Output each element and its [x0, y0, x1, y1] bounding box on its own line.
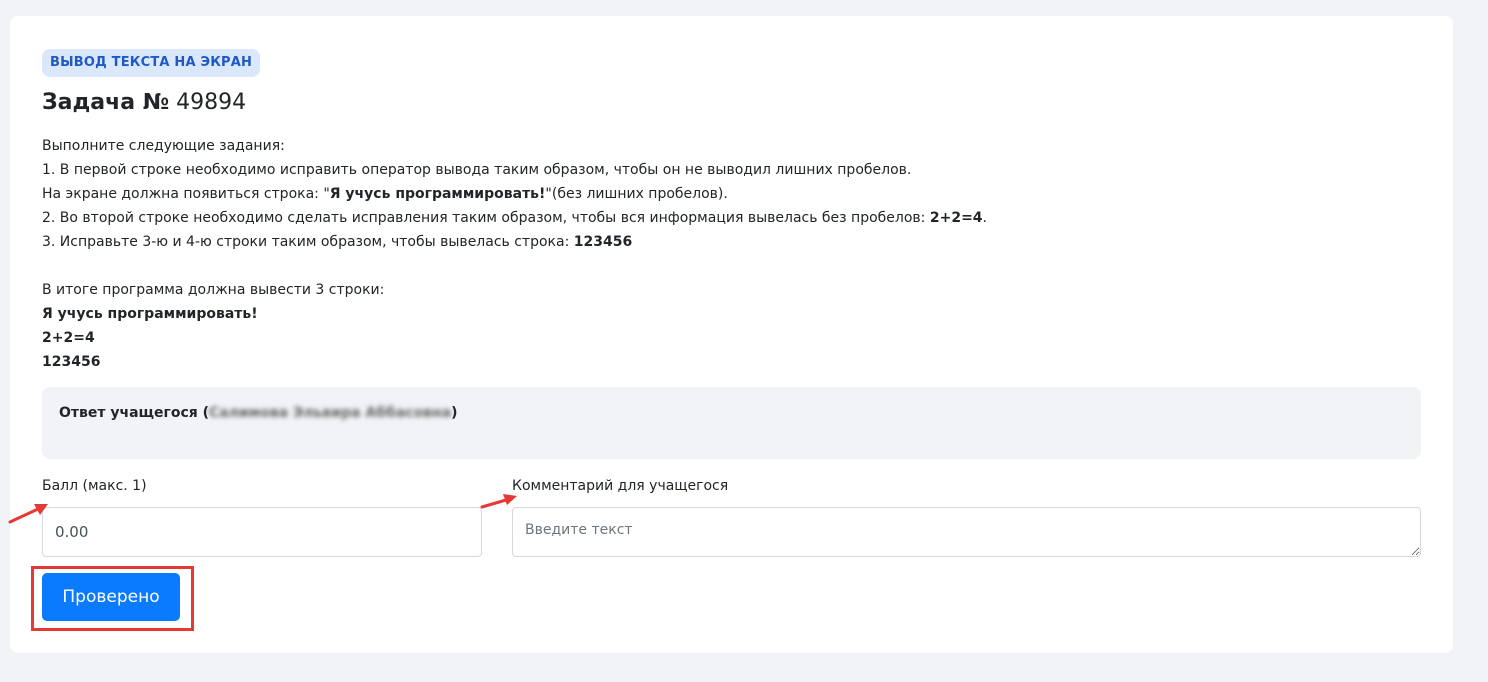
comment-input[interactable]	[512, 507, 1421, 557]
desc-line: 2. Во второй строке необходимо сделать и…	[42, 206, 987, 230]
score-input[interactable]	[42, 507, 482, 557]
desc-text: 3. Исправьте 3-ю и 4-ю строки таким обра…	[42, 234, 574, 250]
desc-text: На экране должна появиться строка: "	[42, 186, 330, 202]
desc-spacer	[42, 254, 987, 278]
expected-output: 123456	[42, 354, 101, 370]
arrow-annotation-icon	[8, 504, 48, 524]
task-title: Задача № 49894	[42, 88, 246, 118]
desc-line: На экране должна появиться строка: "Я уч…	[42, 182, 987, 206]
desc-text: "(без лишних пробелов).	[545, 186, 728, 202]
desc-bold: 2+2=4	[929, 210, 983, 226]
task-description: Выполните следующие задания: 1. В первой…	[42, 134, 987, 374]
comment-label: Комментарий для учащегося	[512, 478, 729, 494]
desc-bold: 123456	[573, 234, 633, 250]
task-card: ВЫВОД ТЕКСТА НА ЭКРАН Задача № 49894 Вып…	[8, 16, 1453, 653]
task-title-prefix: Задача №	[42, 90, 170, 115]
desc-line: В итоге программа должна вывести 3 строк…	[42, 282, 385, 298]
checked-button[interactable]: Проверено	[42, 573, 180, 621]
desc-line: 3. Исправьте 3-ю и 4-ю строки таким обра…	[42, 230, 987, 254]
expected-output-line: Я учусь программировать!	[42, 302, 987, 326]
expected-output: Я учусь программировать!	[42, 306, 258, 322]
student-answer-box: Ответ учащегося (Салимова Эльвира Аббасо…	[42, 387, 1421, 459]
student-answer-label: Ответ учащегося (Салимова Эльвира Аббасо…	[59, 405, 458, 421]
arrow-annotation-icon	[480, 494, 517, 509]
expected-output-line: 2+2=4	[42, 326, 987, 350]
topic-badge: ВЫВОД ТЕКСТА НА ЭКРАН	[42, 49, 261, 77]
desc-line: 1. В первой строке необходимо исправить …	[42, 162, 912, 178]
desc-bold: Я учусь программировать!	[329, 186, 546, 202]
answer-label-prefix: Ответ учащегося (	[59, 405, 210, 421]
answer-label-suffix: )	[451, 405, 458, 421]
desc-text: 2. Во второй строке необходимо сделать и…	[42, 210, 930, 226]
student-name: Салимова Эльвира Аббасовна	[209, 405, 452, 421]
expected-output: 2+2=4	[42, 330, 95, 346]
desc-line: Выполните следующие задания:	[42, 138, 285, 154]
expected-output-line: 123456	[42, 350, 987, 374]
score-label: Балл (макс. 1)	[42, 478, 147, 494]
task-number: 49894	[169, 90, 247, 115]
desc-text: .	[982, 210, 987, 226]
